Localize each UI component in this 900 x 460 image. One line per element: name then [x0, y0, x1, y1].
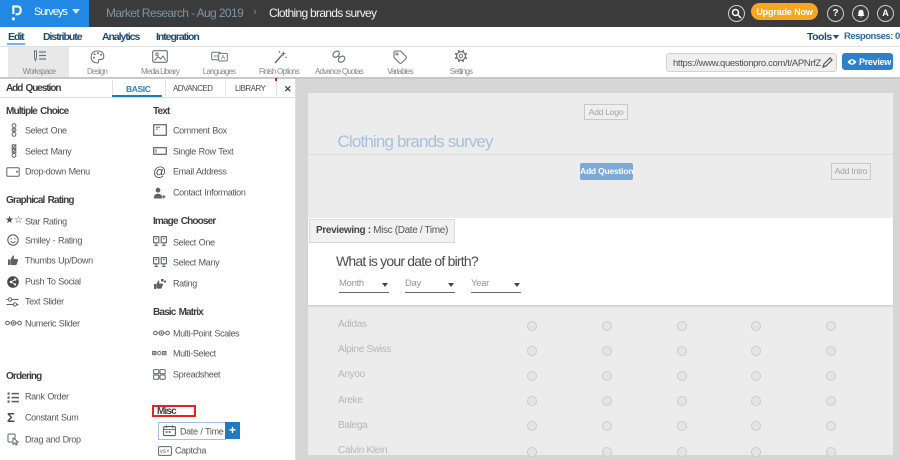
svg-text:vs×: vs× — [160, 449, 170, 455]
svg-text:∞: ∞ — [213, 53, 218, 60]
svg-text:A: A — [220, 55, 225, 62]
